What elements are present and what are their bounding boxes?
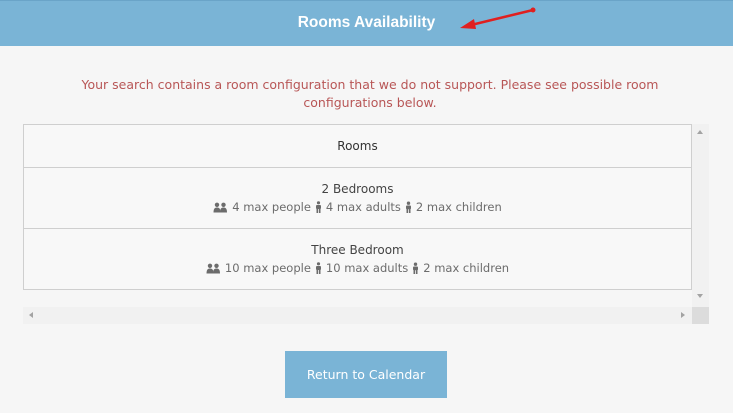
- max-people: 4 max people: [232, 200, 311, 214]
- header-bar: Rooms Availability: [0, 0, 733, 46]
- vertical-scrollbar[interactable]: [692, 124, 709, 307]
- max-adults: 4 max adults: [325, 200, 401, 214]
- scroll-left-arrow-icon[interactable]: [29, 312, 33, 318]
- unsupported-configuration-message: Your search contains a room configuratio…: [81, 77, 659, 110]
- max-people: 10 max people: [224, 261, 311, 275]
- scrollbar-corner: [692, 307, 709, 324]
- page-title: Rooms Availability: [297, 14, 436, 31]
- scroll-up-arrow-icon[interactable]: [697, 130, 703, 134]
- scroll-down-arrow-icon[interactable]: [697, 294, 703, 298]
- table-row: 2 Bedrooms 4 max people 4 max adults 2 m…: [24, 168, 691, 229]
- max-children: 2 max children: [415, 200, 502, 214]
- adult-icon: [315, 201, 321, 213]
- max-children: 2 max children: [423, 261, 510, 275]
- room-details: 10 max people 10 max adults 2 max childr…: [206, 261, 509, 275]
- room-name: Three Bedroom: [311, 243, 404, 257]
- table-row: Three Bedroom 10 max people 10 max adult…: [24, 229, 691, 289]
- rooms-table: Rooms 2 Bedrooms 4 max people 4 max adul…: [23, 124, 692, 290]
- red-arrow-annotation-icon: [460, 7, 536, 29]
- room-details: 4 max people 4 max adults 2 max children: [213, 200, 502, 214]
- return-to-calendar-button[interactable]: Return to Calendar: [285, 351, 447, 398]
- adult-icon: [315, 262, 321, 274]
- rooms-column-header: Rooms: [24, 125, 691, 168]
- max-adults: 10 max adults: [325, 261, 409, 275]
- users-icon: [206, 263, 220, 273]
- horizontal-scrollbar[interactable]: [23, 307, 692, 324]
- child-icon: [413, 262, 419, 274]
- users-icon: [213, 202, 228, 212]
- rooms-table-container: Rooms 2 Bedrooms 4 max people 4 max adul…: [23, 124, 709, 324]
- room-name: 2 Bedrooms: [321, 182, 394, 196]
- child-icon: [405, 201, 411, 213]
- scroll-right-arrow-icon[interactable]: [681, 312, 685, 318]
